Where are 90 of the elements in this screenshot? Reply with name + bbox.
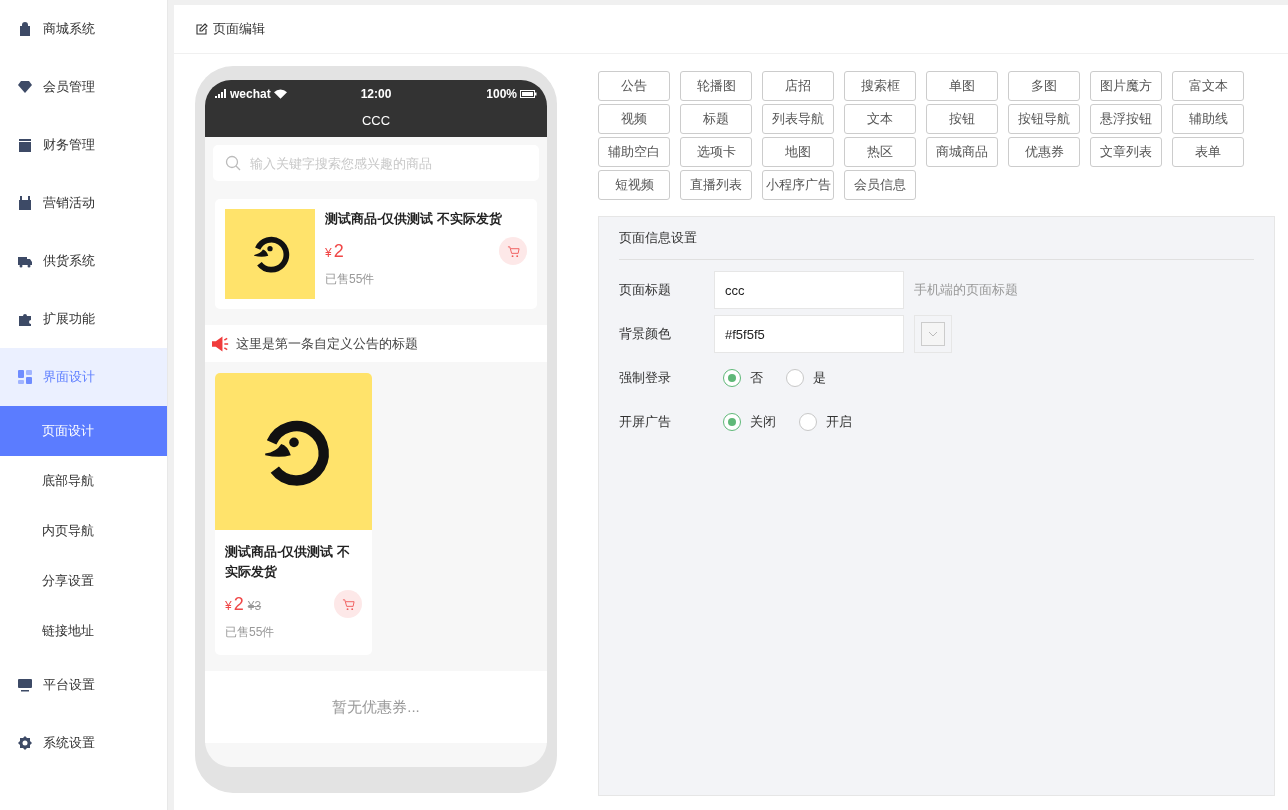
component-button[interactable]: 列表导航: [762, 104, 834, 134]
grid-icon: [17, 369, 33, 385]
battery-text: 100%: [486, 86, 517, 101]
radio-button[interactable]: [723, 369, 741, 387]
component-button[interactable]: 文本: [844, 104, 916, 134]
sidebar-item[interactable]: 会员管理: [0, 58, 167, 116]
component-button[interactable]: 表单: [1172, 137, 1244, 167]
product-card[interactable]: 测试商品-仅供测试 不实际发货 ¥2 ¥3 已售55件: [215, 373, 372, 655]
field-label: 开屏广告: [619, 413, 672, 431]
sidebar-subitem[interactable]: 页面设计: [0, 406, 167, 456]
product-name: 测试商品-仅供测试 不实际发货: [225, 543, 351, 581]
component-button[interactable]: 店招: [762, 71, 834, 101]
radio-button[interactable]: [723, 413, 741, 431]
field-hint: 手机端的页面标题: [914, 281, 1018, 299]
edit-icon: [196, 23, 208, 35]
signal-icon: [215, 89, 227, 98]
input-field[interactable]: #f5f5f5: [714, 315, 904, 353]
sidebar-item[interactable]: 营销活动: [0, 174, 167, 232]
sidebar-subitem[interactable]: 分享设置: [0, 556, 167, 606]
component-button[interactable]: 选项卡: [680, 137, 752, 167]
sold-count: 已售55件: [325, 271, 376, 288]
product-price: ¥2: [225, 593, 244, 614]
component-button[interactable]: 文章列表: [1090, 137, 1162, 167]
diamond-icon: [17, 79, 33, 95]
component-button[interactable]: 优惠券: [1008, 137, 1080, 167]
radio-option[interactable]: 是: [786, 369, 826, 387]
input-field[interactable]: ccc: [714, 271, 904, 309]
gear-icon: [17, 735, 33, 751]
component-button[interactable]: 标题: [680, 104, 752, 134]
cart-icon: [341, 597, 355, 611]
original-price: ¥3: [247, 598, 262, 613]
notice-text: 这里是第一条自定义公告的标题: [236, 334, 418, 353]
sidebar-subitem[interactable]: 链接地址: [0, 606, 167, 656]
radio-option[interactable]: 关闭: [723, 413, 776, 431]
sidebar-item[interactable]: 扩展功能: [0, 290, 167, 348]
component-button[interactable]: 直播列表: [680, 170, 752, 200]
cart-icon: [506, 244, 520, 258]
bag-icon: [17, 21, 33, 37]
component-button[interactable]: 图片魔方: [1090, 71, 1162, 101]
component-button[interactable]: 商城商品: [926, 137, 998, 167]
component-button[interactable]: 热区: [844, 137, 916, 167]
wifi-icon: [273, 88, 287, 99]
sidebar-item[interactable]: 平台设置: [0, 656, 167, 714]
settings-title: 页面信息设置: [619, 217, 1254, 260]
monitor-icon: [17, 677, 33, 693]
page-title: 页面编辑: [213, 20, 265, 38]
component-button[interactable]: 公告: [598, 71, 670, 101]
add-to-cart-button[interactable]: [334, 590, 362, 618]
battery-icon: [520, 89, 537, 98]
sidebar-item[interactable]: 供货系统: [0, 232, 167, 290]
component-button[interactable]: 按钮导航: [1008, 104, 1080, 134]
chevron-down-icon: [928, 331, 938, 337]
coupon-empty-text: 暂无优惠券...: [205, 671, 547, 743]
sidebar-subitem[interactable]: 内页导航: [0, 506, 167, 556]
component-button[interactable]: 单图: [926, 71, 998, 101]
status-time: 12:00: [360, 86, 392, 101]
product-card[interactable]: 测试商品-仅供测试 不实际发货 ¥2 已售55件: [215, 199, 537, 309]
sidebar-item[interactable]: 商城系统: [0, 0, 167, 58]
radio-button[interactable]: [786, 369, 804, 387]
radio-option[interactable]: 开启: [799, 413, 852, 431]
field-label: 页面标题: [619, 281, 672, 299]
component-button[interactable]: 视频: [598, 104, 670, 134]
component-button[interactable]: 小程序广告: [762, 170, 834, 200]
sidebar-item[interactable]: 财务管理: [0, 116, 167, 174]
component-button[interactable]: 地图: [762, 137, 834, 167]
megaphone-icon: [212, 335, 231, 352]
component-button[interactable]: 按钮: [926, 104, 998, 134]
add-to-cart-button[interactable]: [499, 237, 527, 265]
product-price: ¥2: [325, 240, 344, 262]
field-label: 背景颜色: [619, 325, 672, 343]
sold-count: 已售55件: [225, 624, 276, 641]
carrier-text: wechat: [230, 86, 271, 101]
field-label: 强制登录: [619, 369, 672, 387]
component-button[interactable]: 短视频: [598, 170, 670, 200]
component-button[interactable]: 辅助空白: [598, 137, 670, 167]
sidebar-subitem[interactable]: 底部导航: [0, 456, 167, 506]
component-button[interactable]: 富文本: [1172, 71, 1244, 101]
product-name: 测试商品-仅供测试 不实际发货: [325, 210, 503, 228]
component-button[interactable]: 悬浮按钮: [1090, 104, 1162, 134]
radio-option[interactable]: 否: [723, 369, 763, 387]
color-picker-button[interactable]: [914, 315, 952, 353]
component-button[interactable]: 轮播图: [680, 71, 752, 101]
component-button[interactable]: 会员信息: [844, 170, 916, 200]
puzzle-icon: [17, 311, 33, 327]
radio-button[interactable]: [799, 413, 817, 431]
component-button[interactable]: 多图: [1008, 71, 1080, 101]
sidebar-item[interactable]: 系统设置: [0, 714, 167, 772]
component-button[interactable]: 辅助线: [1172, 104, 1244, 134]
component-button[interactable]: 搜索框: [844, 71, 916, 101]
phone-page-title: CCC: [360, 112, 392, 130]
